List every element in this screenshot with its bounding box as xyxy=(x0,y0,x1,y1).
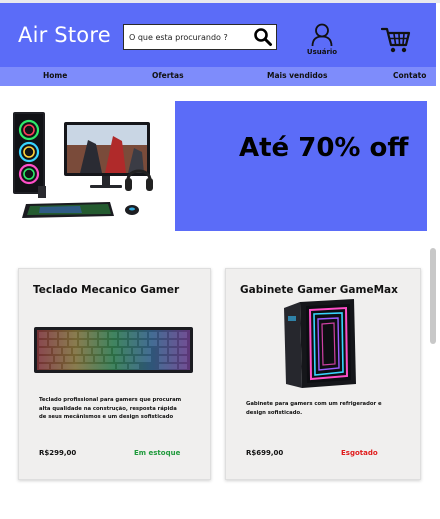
pc-case-image xyxy=(284,299,356,388)
brand-logo[interactable]: Air Store xyxy=(18,23,111,47)
stock-status: Esgotado xyxy=(341,449,378,457)
cart-icon[interactable] xyxy=(381,26,411,54)
promo-text: Até 70% off xyxy=(239,133,409,163)
page-scrollbar[interactable] xyxy=(430,248,436,344)
user-icon xyxy=(311,23,333,47)
product-card-keyboard[interactable]: Teclado Mecanico Gamer Teclado profissio… xyxy=(18,268,211,480)
gaming-setup-image xyxy=(13,112,153,218)
search-input[interactable] xyxy=(124,25,248,49)
main-nav: Home Ofertas Mais vendidos Contato xyxy=(0,67,436,86)
product-description: Gabinete para gamers com um refrigerador… xyxy=(246,401,382,416)
nav-contato[interactable]: Contato xyxy=(393,71,426,80)
user-account-button[interactable]: Usuário xyxy=(302,23,342,63)
promo-banner[interactable]: Até 70% off xyxy=(175,101,427,231)
keyboard-image xyxy=(34,327,193,373)
product-price: R$699,00 xyxy=(246,449,284,457)
product-price: R$299,00 xyxy=(39,449,77,457)
product-card-case[interactable]: Gabinete Gamer GameMax Gabinete para gam… xyxy=(225,268,421,480)
search-icon[interactable] xyxy=(253,27,273,47)
user-label: Usuário xyxy=(306,48,338,56)
nav-ofertas[interactable]: Ofertas xyxy=(152,71,184,80)
nav-mais-vendidos[interactable]: Mais vendidos xyxy=(267,71,327,80)
search-bar xyxy=(123,24,277,50)
product-title: Gabinete Gamer GameMax xyxy=(240,284,398,296)
product-title: Teclado Mecanico Gamer xyxy=(33,284,180,296)
product-description: Teclado profissional para gamers que pro… xyxy=(39,397,182,420)
site-header: Air Store Usuário xyxy=(0,3,436,67)
nav-home[interactable]: Home xyxy=(43,71,67,80)
stock-status: Em estoque xyxy=(134,449,181,457)
